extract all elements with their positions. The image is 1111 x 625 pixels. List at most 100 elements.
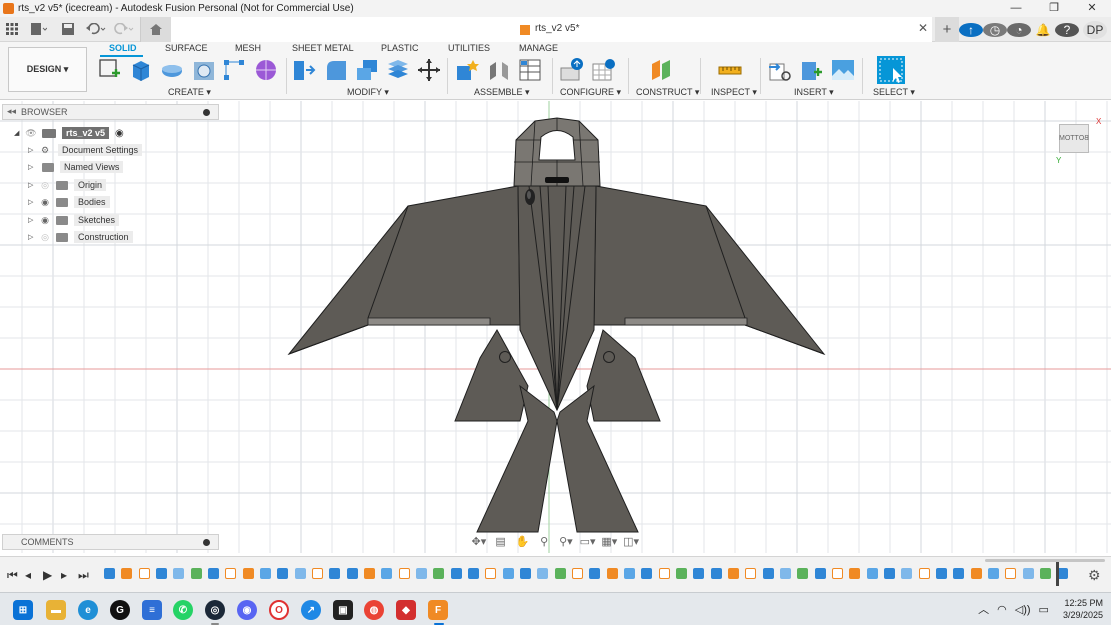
browser-item-document-settings[interactable]: ▷ ⚙ Document Settings: [28, 143, 143, 157]
opera-browser-icon[interactable]: O: [269, 600, 289, 620]
timeline-feature-icon[interactable]: [190, 568, 202, 579]
timeline-feature-icon[interactable]: [710, 568, 722, 579]
modify-group-label[interactable]: MODIFY ▾: [347, 87, 389, 98]
home-icon[interactable]: [141, 17, 171, 42]
combine-icon[interactable]: [386, 58, 410, 82]
offset-plane-icon[interactable]: [650, 58, 674, 82]
grid-icon[interactable]: [4, 21, 20, 37]
timeline-feature-icon[interactable]: [572, 568, 583, 579]
timeline-feature-icon[interactable]: [468, 568, 479, 579]
timeline-feature-icon[interactable]: [641, 568, 652, 579]
timeline-feature-icon[interactable]: [329, 568, 340, 579]
whatsapp-icon[interactable]: ✆: [173, 600, 193, 620]
feather-app-icon[interactable]: ↗: [301, 600, 321, 620]
viewport-canvas[interactable]: [0, 101, 1111, 553]
timeline-feature-icon[interactable]: [242, 568, 254, 579]
timeline-feature-icon[interactable]: [398, 568, 410, 579]
timeline-feature-icon[interactable]: [780, 568, 791, 579]
timeline-feature-icon[interactable]: [346, 568, 358, 579]
timeline-play-icon[interactable]: ▶: [43, 568, 52, 582]
timeline-feature-icon[interactable]: [294, 568, 306, 579]
bill-of-materials-icon[interactable]: [518, 58, 542, 82]
move-copy-icon[interactable]: [417, 58, 441, 82]
volume-icon[interactable]: ◁)): [1015, 603, 1031, 616]
construct-group-label[interactable]: CONSTRUCT ▾: [636, 87, 699, 98]
timeline-go-to-end-icon[interactable]: ⏭: [78, 568, 89, 583]
collapse-triangle-icon[interactable]: ◢: [14, 129, 24, 137]
joint-icon[interactable]: [487, 58, 511, 82]
timeline-feature-icon[interactable]: [416, 568, 427, 579]
browser-item-named-views[interactable]: ▷ Named Views: [28, 160, 124, 174]
configure-group-label[interactable]: CONFIGURE ▾: [560, 87, 621, 98]
timeline-settings-gear-icon[interactable]: ⚙: [1088, 567, 1101, 584]
nvidia-icon[interactable]: ▣: [333, 600, 353, 620]
right-wing[interactable]: [593, 185, 826, 356]
browser-item-construction[interactable]: ▷ ◎ Construction: [28, 230, 133, 244]
browser-pin-icon[interactable]: [203, 109, 210, 116]
insert-mesh-icon[interactable]: [800, 58, 824, 82]
tab-solid[interactable]: SOLID: [109, 43, 137, 53]
close-document-button[interactable]: ✕: [918, 21, 928, 35]
timeline-feature-icon[interactable]: [364, 568, 375, 579]
configure-table-icon[interactable]: [560, 58, 584, 82]
expand-triangle-icon[interactable]: ▷: [28, 216, 38, 224]
timeline-feature-icon[interactable]: [849, 568, 860, 579]
select-icon[interactable]: [877, 56, 905, 84]
timeline-scrollbar[interactable]: [985, 559, 1105, 562]
fuselage[interactable]: [517, 185, 597, 412]
timeline-feature-icon[interactable]: [814, 568, 826, 579]
insert-derive-icon[interactable]: [768, 58, 792, 82]
help-icon[interactable]: ?: [1055, 22, 1079, 37]
file-explorer-icon[interactable]: ▬: [46, 600, 66, 620]
timeline-feature-icon[interactable]: [762, 568, 774, 579]
expand-triangle-icon[interactable]: ▷: [28, 233, 38, 241]
timeline-feature-icon[interactable]: [502, 568, 514, 579]
display-settings-icon[interactable]: ▭▾: [579, 535, 597, 548]
timeline-step-back-icon[interactable]: ◂: [25, 568, 31, 582]
expand-triangle-icon[interactable]: ▷: [28, 198, 38, 206]
edge-browser-icon[interactable]: e: [78, 600, 98, 620]
timeline-feature-icon[interactable]: [450, 568, 462, 579]
collapse-browser-icon[interactable]: ◂◂: [7, 106, 16, 117]
timeline-feature-icon[interactable]: [728, 568, 739, 579]
timeline-feature-icon[interactable]: [745, 568, 756, 579]
wifi-icon[interactable]: ◠: [997, 603, 1007, 616]
revolve-icon[interactable]: [160, 58, 184, 82]
left-fin[interactable]: [454, 329, 529, 422]
timeline-feature-icon[interactable]: [866, 568, 878, 579]
timeline-feature-icon[interactable]: [554, 568, 566, 579]
browser-root-item[interactable]: ◢ 👁 rts_v2 v5 ◉: [14, 126, 124, 140]
online-status-icon[interactable]: ◔: [1007, 22, 1031, 37]
expand-triangle-icon[interactable]: ▷: [28, 146, 38, 154]
timeline-feature-icon[interactable]: [121, 568, 132, 579]
timeline-feature-icon[interactable]: [156, 568, 167, 579]
extensions-icon[interactable]: ↑: [959, 22, 983, 37]
tab-mesh[interactable]: MESH: [235, 43, 261, 53]
browser-item-sketches[interactable]: ▷ ◉ Sketches: [28, 213, 120, 227]
assemble-group-label[interactable]: ASSEMBLE ▾: [474, 87, 530, 98]
timeline-feature-icon[interactable]: [970, 568, 982, 579]
timeline-feature-icon[interactable]: [589, 568, 600, 579]
red-app-icon[interactable]: ◆: [396, 600, 416, 620]
timeline-feature-icon[interactable]: [312, 568, 323, 579]
timeline-feature-icon[interactable]: [988, 568, 999, 579]
timeline-feature-icon[interactable]: [381, 568, 392, 579]
browser-panel-header[interactable]: ◂◂ BROWSER: [2, 104, 219, 120]
timeline-feature-icon[interactable]: [485, 568, 496, 579]
model-body[interactable]: [287, 117, 826, 533]
expand-triangle-icon[interactable]: ▷: [28, 181, 38, 189]
visibility-eye-icon[interactable]: 👁: [24, 128, 38, 139]
zoom-icon[interactable]: ⚲: [535, 535, 553, 548]
comments-pin-icon[interactable]: [203, 539, 210, 546]
tab-surface[interactable]: SURFACE: [165, 43, 208, 53]
timeline-feature-icon[interactable]: [520, 568, 531, 579]
measure-icon[interactable]: [718, 58, 742, 82]
timeline-feature-icon[interactable]: [104, 568, 115, 579]
timeline-feature-icon[interactable]: [953, 568, 964, 579]
left-wing[interactable]: [287, 185, 521, 356]
insert-canvas-icon[interactable]: [831, 58, 855, 82]
timeline-feature-icon[interactable]: [277, 568, 288, 579]
new-tab-plus-icon[interactable]: +: [935, 17, 959, 42]
battery-icon[interactable]: ▭: [1039, 603, 1049, 616]
timeline-feature-icon[interactable]: [884, 568, 895, 579]
